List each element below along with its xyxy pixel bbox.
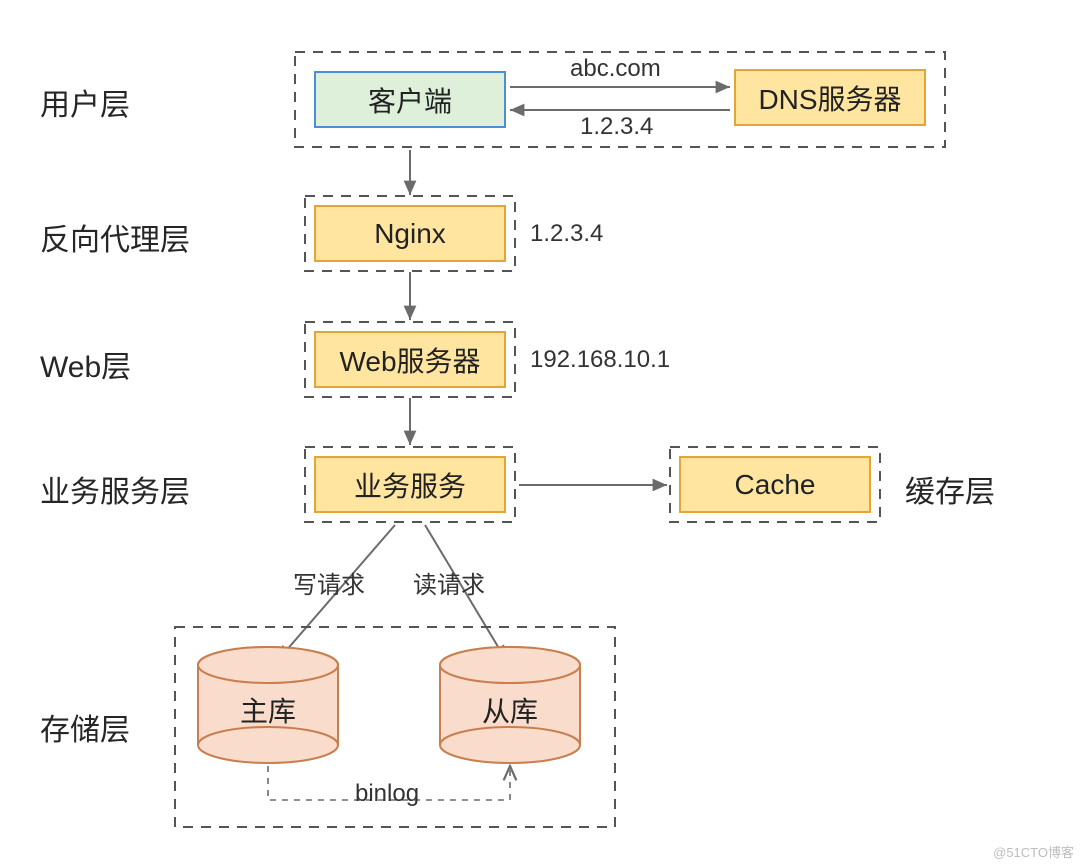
biz-label: 业务服务 xyxy=(315,457,505,512)
nginx-label: Nginx xyxy=(315,206,505,261)
layer-label-cache: 缓存层 xyxy=(905,467,995,511)
nginx-ip: 1.2.3.4 xyxy=(530,220,603,248)
edge-label-write: 写请求 xyxy=(293,565,365,600)
layer-label-web: Web层 xyxy=(40,342,131,386)
architecture-diagram: 用户层 反向代理层 Web层 业务服务层 缓存层 存储层 客户端 DNS服务器 … xyxy=(0,0,1080,865)
layer-label-proxy: 反向代理层 xyxy=(40,215,190,259)
edge-label-dns-resp: 1.2.3.4 xyxy=(580,113,653,141)
edge-label-binlog: binlog xyxy=(355,780,419,808)
slave-db-label: 从库 xyxy=(440,685,580,735)
web-ip: 192.168.10.1 xyxy=(530,346,670,374)
layer-label-service: 业务服务层 xyxy=(40,467,190,511)
layer-label-user: 用户层 xyxy=(40,80,130,124)
master-db-label: 主库 xyxy=(198,685,338,735)
client-label: 客户端 xyxy=(315,72,505,127)
web-label: Web服务器 xyxy=(315,332,505,387)
edge-label-read: 读请求 xyxy=(413,565,485,600)
layer-label-storage: 存储层 xyxy=(40,705,130,749)
watermark: @51CTO博客 xyxy=(993,842,1074,861)
diagram-canvas xyxy=(0,0,1080,865)
cache-label: Cache xyxy=(680,457,870,512)
edge-label-dns-req: abc.com xyxy=(570,55,661,83)
dns-label: DNS服务器 xyxy=(735,70,925,125)
